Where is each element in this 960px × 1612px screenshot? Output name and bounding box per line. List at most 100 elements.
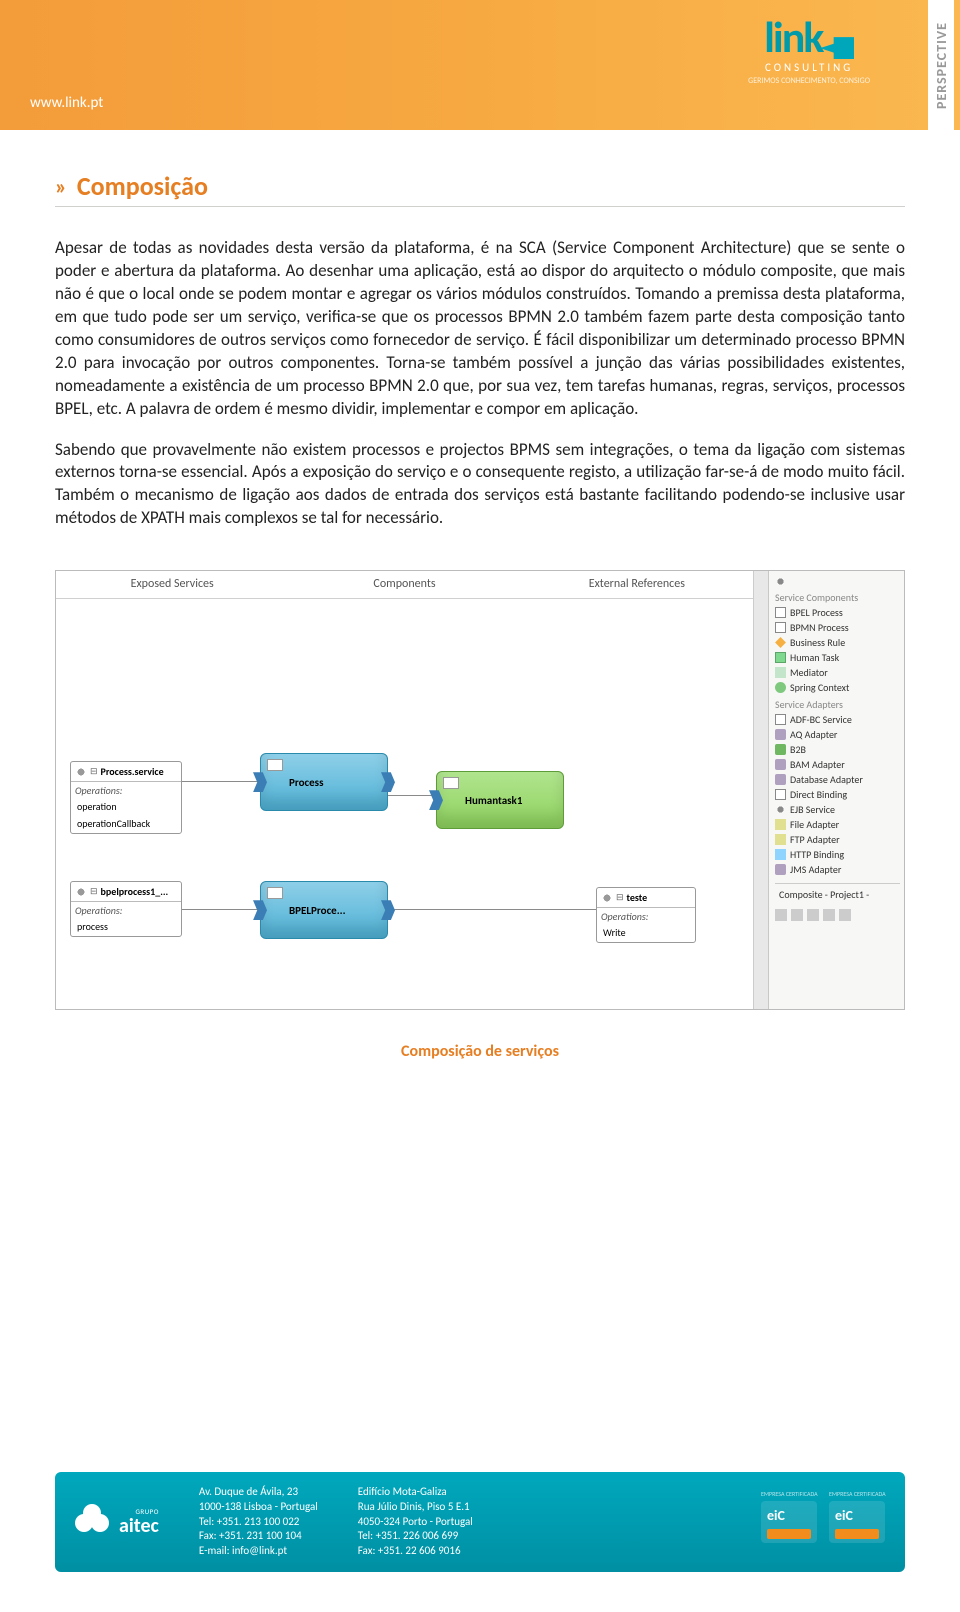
logo-subtitle: CONSULTING — [748, 61, 870, 74]
reference-title: teste — [627, 891, 648, 904]
bpel-icon — [267, 887, 283, 899]
exposed-service-bpel[interactable]: ⊟bpelprocess1_... Operations: process — [70, 881, 182, 937]
palette-item-jms[interactable]: JMS Adapter — [775, 862, 900, 877]
palette-item-label: Direct Binding — [790, 788, 847, 801]
addr-line: Tel: +351. 226 006 699 — [358, 1529, 473, 1544]
collapse-icon[interactable]: ⊟ — [90, 886, 98, 897]
external-reference-teste[interactable]: ⊟teste Operations: Write — [596, 887, 696, 943]
addr-line: 1000-138 Lisboa - Portugal — [199, 1500, 318, 1515]
palette-item-http[interactable]: HTTP Binding — [775, 847, 900, 862]
palette-item-spring[interactable]: Spring Context — [775, 680, 900, 695]
figure: Exposed Services Components External Ref… — [55, 570, 905, 1061]
palette-item-label: BPEL Process — [790, 606, 843, 619]
adapter-icon — [775, 804, 786, 815]
tab-icon[interactable] — [807, 909, 819, 921]
tab-icon[interactable] — [839, 909, 851, 921]
palette-item-label: BPMN Process — [790, 621, 849, 634]
port-in-icon[interactable] — [253, 772, 267, 792]
port-out-icon[interactable] — [381, 772, 395, 792]
palette-item-ejb[interactable]: EJB Service — [775, 802, 900, 817]
wire[interactable] — [380, 795, 438, 796]
wire[interactable] — [380, 909, 596, 910]
bpmn-icon — [267, 759, 283, 771]
addr-line: Av. Duque de Ávila, 23 — [199, 1485, 318, 1500]
palette-item-adfbc[interactable]: ADF-BC Service — [775, 712, 900, 727]
component-humantask[interactable]: Humantask1 — [436, 771, 564, 829]
collapse-icon[interactable]: ⊟ — [90, 766, 98, 777]
spring-icon — [775, 682, 786, 693]
cert-label: EMPRESA CERTIFICADA — [761, 1490, 817, 1498]
gear-icon — [75, 886, 87, 898]
palette-item-label: BAM Adapter — [790, 758, 845, 771]
mediator-icon — [775, 667, 786, 678]
palette-item-humantask[interactable]: Human Task — [775, 650, 900, 665]
exposed-service-process[interactable]: ⊟Process.service Operations: operation o… — [70, 761, 182, 834]
composite-canvas[interactable]: Exposed Services Components External Ref… — [56, 571, 753, 1009]
gear-icon — [601, 892, 613, 904]
component-label: Process — [289, 776, 323, 789]
tab-icon[interactable] — [823, 909, 835, 921]
gear-icon — [75, 766, 87, 778]
wire[interactable] — [182, 909, 260, 910]
palette-item-label: ADF-BC Service — [790, 713, 852, 726]
port-in-icon[interactable] — [253, 900, 267, 920]
collapse-icon[interactable]: ⊟ — [616, 892, 624, 903]
operations-label: Operations: — [597, 907, 695, 925]
wire[interactable] — [182, 781, 260, 782]
port-out-icon[interactable] — [381, 900, 395, 920]
operation-item[interactable]: operationCallback — [71, 816, 181, 833]
adapter-icon — [775, 759, 786, 770]
palette-item-ftp[interactable]: FTP Adapter — [775, 832, 900, 847]
vertical-scrollbar[interactable] — [753, 571, 768, 1009]
operation-item[interactable]: Write — [597, 925, 695, 942]
port-in-icon[interactable] — [429, 790, 443, 810]
footer-logo-text: aitec — [119, 1514, 159, 1538]
palette-item-bam[interactable]: BAM Adapter — [775, 757, 900, 772]
operation-item[interactable]: operation — [71, 799, 181, 816]
palette-item-b2b[interactable]: B2B — [775, 742, 900, 757]
component-label: Humantask1 — [465, 794, 522, 807]
operations-label: Operations: — [71, 901, 181, 919]
side-label-strip: PERSPECTIVE — [928, 0, 954, 130]
logo-text: link — [764, 10, 822, 64]
site-url[interactable]: www.link.pt — [30, 94, 103, 112]
adapter-icon — [775, 864, 786, 875]
palette-item-database[interactable]: Database Adapter — [775, 772, 900, 787]
col-components: Components — [288, 571, 520, 598]
palette-item-aq[interactable]: AQ Adapter — [775, 727, 900, 742]
palette-item-label: HTTP Binding — [790, 848, 844, 861]
palette-item-bpel[interactable]: BPEL Process — [775, 605, 900, 620]
addr-line: Tel: +351. 213 100 022 — [199, 1515, 318, 1530]
palette-item-label: B2B — [790, 743, 806, 756]
palette-tab-label[interactable]: Composite - Project1 - — [775, 883, 900, 905]
addr-line: Fax: +351. 22 606 9016 — [358, 1544, 473, 1559]
page-footer: GRUPO aitec Av. Duque de Ávila, 23 1000-… — [55, 1472, 905, 1572]
adapter-icon — [775, 714, 786, 725]
palette-item-label: Human Task — [790, 651, 839, 664]
component-process[interactable]: Process — [260, 753, 388, 811]
component-bpel[interactable]: BPELProce... — [260, 881, 388, 939]
palette-item-rule[interactable]: Business Rule — [775, 635, 900, 650]
paragraph-1: Apesar de todas as novidades desta versã… — [55, 237, 905, 421]
header-banner: www.link.pt link CONSULTING GERIMOS CONH… — [0, 0, 960, 130]
footer-address-porto: Edifício Mota-Galiza Rua Júlio Dinis, Pi… — [358, 1485, 473, 1559]
bpel-icon — [775, 607, 786, 618]
service-title: Process.service — [101, 765, 164, 778]
adapter-icon — [775, 819, 786, 830]
adapter-icon — [775, 774, 786, 785]
tab-icon[interactable] — [775, 909, 787, 921]
col-external-refs: External References — [521, 571, 753, 598]
palette-item-file[interactable]: File Adapter — [775, 817, 900, 832]
palette-item-mediator[interactable]: Mediator — [775, 665, 900, 680]
page-content: » Composição Apesar de todas as novidade… — [0, 130, 960, 1061]
palette-item-label: FTP Adapter — [790, 833, 840, 846]
tab-icon[interactable] — [791, 909, 803, 921]
palette-item-bpmn[interactable]: BPMN Process — [775, 620, 900, 635]
chevron-icon: » — [55, 173, 67, 200]
col-exposed-services: Exposed Services — [56, 571, 288, 598]
addr-line: Edifício Mota-Galiza — [358, 1485, 473, 1500]
adapter-icon — [775, 834, 786, 845]
operation-item[interactable]: process — [71, 919, 181, 936]
palette-item-label: Spring Context — [790, 681, 849, 694]
palette-item-direct[interactable]: Direct Binding — [775, 787, 900, 802]
